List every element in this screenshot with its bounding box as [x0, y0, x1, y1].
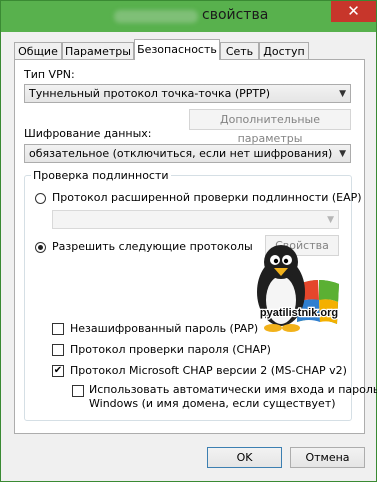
eap-method-select[interactable]: ▼	[52, 210, 339, 229]
allow-protocols-radio[interactable]	[35, 242, 46, 253]
title-bar[interactable]: свойства ✕	[1, 1, 376, 32]
auto-logon-checkbox[interactable]	[72, 385, 84, 397]
eap-radio-label: Протокол расширенной проверки подлинност…	[52, 191, 362, 204]
pap-checkbox[interactable]	[52, 323, 64, 335]
encryption-label: Шифрование данных:	[24, 127, 152, 140]
tab-options[interactable]: Параметры	[62, 42, 134, 59]
watermark-text: pyatilistnik.org	[260, 307, 338, 319]
mschapv2-label: Протокол Microsoft CHAP версии 2 (MS-CHA…	[70, 364, 347, 377]
encryption-select[interactable]: обязательное (отключиться, если нет шифр…	[24, 144, 351, 163]
authentication-group-label: Проверка подлинности	[33, 169, 169, 182]
encryption-value: обязательное (отключиться, если нет шифр…	[29, 147, 333, 160]
chap-checkbox[interactable]	[52, 344, 64, 356]
watermark-logo: pyatilistnik.org	[257, 245, 339, 332]
properties-dialog: свойства ✕ Общие Параметры Безопасность …	[0, 0, 377, 482]
mschapv2-checkbox[interactable]: ✔	[52, 365, 64, 377]
close-button[interactable]: ✕	[331, 1, 376, 22]
auto-logon-label-line2: Windows (и имя домена, если существует)	[89, 397, 336, 410]
ok-button[interactable]: OK	[207, 447, 282, 468]
tab-security[interactable]: Безопасность	[134, 39, 220, 60]
vpn-type-label: Тип VPN:	[24, 68, 75, 81]
chevron-down-icon: ▼	[339, 149, 346, 159]
blurred-connection-name	[114, 10, 198, 23]
auto-logon-label-line1: Использовать автоматически имя входа и п…	[89, 383, 377, 396]
chevron-down-icon: ▼	[339, 89, 346, 99]
eap-radio[interactable]	[35, 193, 46, 204]
close-icon: ✕	[347, 2, 360, 20]
vpn-type-value: Туннельный протокол точка-точка (PPTP)	[29, 87, 271, 100]
tab-general[interactable]: Общие	[14, 42, 62, 59]
check-icon: ✔	[53, 365, 63, 376]
allow-protocols-label: Разрешить следующие протоколы	[52, 240, 253, 253]
cancel-button[interactable]: Отмена	[290, 447, 365, 468]
chevron-down-icon: ▼	[327, 215, 334, 225]
chap-label: Протокол проверки пароля (CHAP)	[70, 343, 271, 356]
advanced-settings-button[interactable]: Дополнительные параметры	[189, 109, 351, 145]
pap-label: Незашифрованный пароль (PAP)	[70, 322, 259, 335]
window-title: свойства	[202, 7, 269, 23]
vpn-type-select[interactable]: Туннельный протокол точка-точка (PPTP) ▼	[24, 84, 351, 103]
tab-network[interactable]: Сеть	[220, 42, 259, 59]
tab-sharing[interactable]: Доступ	[259, 42, 309, 59]
